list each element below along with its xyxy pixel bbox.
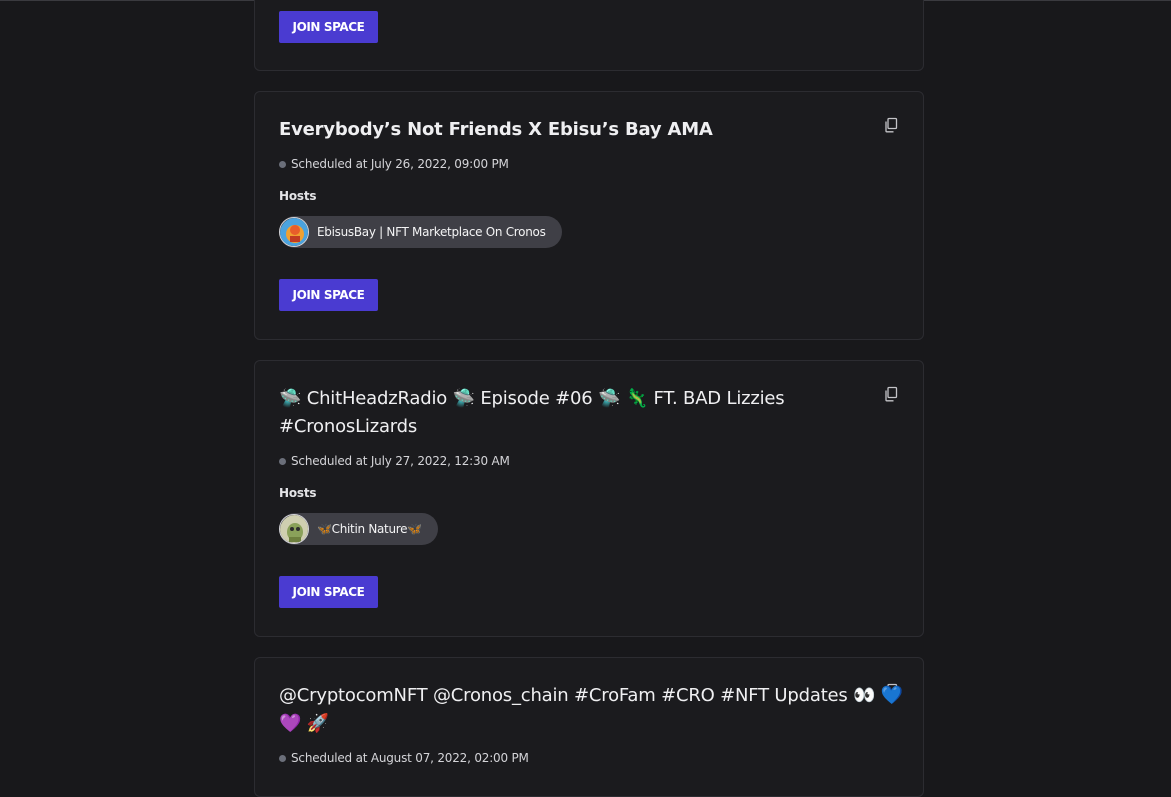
- space-title-line-1: 🛸 ChitHeadzRadio 🛸 Episode #06 🛸 🦎 FT. B…: [279, 388, 785, 409]
- host-name: EbisusBay | NFT Marketplace On Cronos: [317, 225, 546, 239]
- schedule-info: Scheduled at July 27, 2022, 12:30 AM: [279, 453, 510, 469]
- host-avatar: [279, 217, 309, 247]
- space-title: Everybody’s Not Friends X Ebisu’s Bay AM…: [279, 119, 713, 140]
- copy-icon[interactable]: [883, 117, 899, 133]
- join-space-button[interactable]: JOIN SPACE: [279, 279, 378, 311]
- schedule-text: Scheduled at July 27, 2022, 12:30 AM: [291, 454, 510, 468]
- space-card: JOIN SPACE: [254, 0, 924, 71]
- join-space-button[interactable]: JOIN SPACE: [279, 11, 378, 43]
- status-dot-icon: [279, 160, 286, 168]
- status-dot-icon: [279, 754, 286, 762]
- join-space-button[interactable]: JOIN SPACE: [279, 576, 378, 608]
- copy-icon[interactable]: [883, 386, 899, 402]
- space-card: 🛸 ChitHeadzRadio 🛸 Episode #06 🛸 🦎 FT. B…: [254, 360, 924, 637]
- host-chip[interactable]: EbisusBay | NFT Marketplace On Cronos: [279, 216, 562, 248]
- host-name: 🦋Chitin Nature🦋: [317, 522, 422, 536]
- host-chip[interactable]: 🦋Chitin Nature🦋: [279, 513, 438, 545]
- space-card: @CryptocomNFT @Cronos_chain #CroFam #CRO…: [254, 657, 924, 797]
- host-avatar: [279, 514, 309, 544]
- hosts-label: Hosts: [279, 189, 317, 203]
- space-card: Everybody’s Not Friends X Ebisu’s Bay AM…: [254, 91, 924, 340]
- schedule-info: Scheduled at August 07, 2022, 02:00 PM: [279, 750, 529, 766]
- schedule-info: Scheduled at July 26, 2022, 09:00 PM: [279, 156, 509, 172]
- space-title-line-2: 💜 🚀: [279, 713, 329, 734]
- schedule-text: Scheduled at July 26, 2022, 09:00 PM: [291, 157, 509, 171]
- space-title-line-1: @CryptocomNFT @Cronos_chain #CroFam #CRO…: [279, 685, 904, 706]
- schedule-text: Scheduled at August 07, 2022, 02:00 PM: [291, 751, 529, 765]
- status-dot-icon: [279, 457, 286, 465]
- hosts-label: Hosts: [279, 486, 317, 500]
- space-title-line-2: #CronosLizards: [279, 416, 418, 437]
